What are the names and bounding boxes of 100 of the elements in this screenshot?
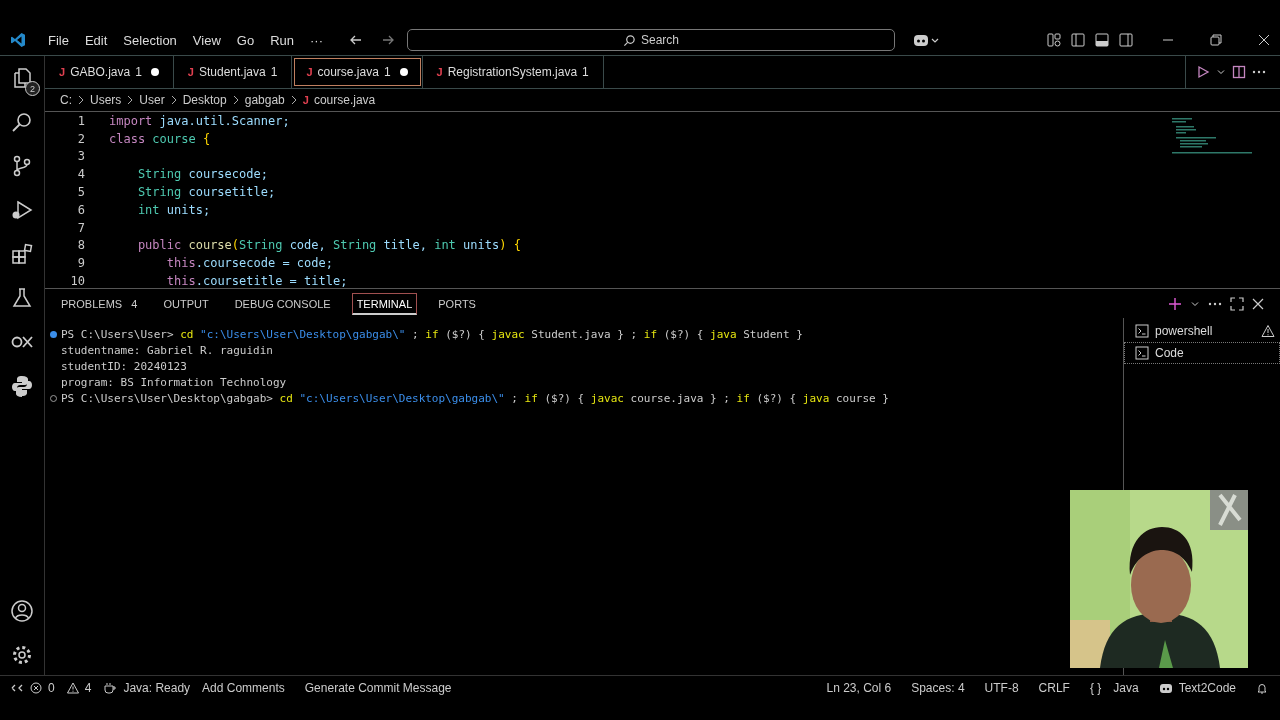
code-line: import java.util.Scanner; bbox=[109, 113, 290, 128]
chevron-icon bbox=[231, 95, 240, 105]
run-debug-icon[interactable] bbox=[10, 198, 34, 222]
settings-icon[interactable] bbox=[10, 643, 34, 667]
breadcrumb-item[interactable]: Users bbox=[90, 93, 122, 107]
python-icon[interactable] bbox=[10, 374, 34, 398]
layout-icon[interactable] bbox=[1046, 32, 1062, 48]
search-icon bbox=[623, 33, 636, 47]
menu-item[interactable]: Run bbox=[262, 32, 302, 48]
code-line: String coursecode; bbox=[136, 167, 268, 182]
terminal-line: PS C:\Users\User\Desktop\gabgab> cd "c:\Users\User\Desktop\gabgab\" ; if ($?) { javac course.java } ; if ($?) { java course } bbox=[61, 391, 889, 405]
breadcrumb-item[interactable]: C: bbox=[60, 93, 72, 107]
panel-tab[interactable]: PORTS bbox=[433, 292, 481, 315]
close-icon[interactable] bbox=[1252, 297, 1264, 310]
java-file-icon: J bbox=[302, 94, 309, 106]
status-item[interactable]: Ln 23, Col 6 bbox=[826, 681, 892, 695]
more-icon[interactable] bbox=[1208, 301, 1222, 306]
menu-item[interactable]: Edit bbox=[76, 32, 116, 48]
status-item[interactable]: Spaces: 4 bbox=[911, 681, 965, 695]
notification-badge: 2 bbox=[25, 81, 40, 96]
menu-item[interactable]: ··· bbox=[302, 32, 331, 48]
line-number: 6 bbox=[76, 202, 85, 217]
search-field[interactable]: Search bbox=[407, 29, 895, 51]
panel-tab[interactable]: TERMINAL bbox=[351, 292, 418, 315]
line-number: 2 bbox=[76, 131, 85, 146]
terminal-line: PS C:\Users\User> cd "c:\Users\User\Desktop\gabgab\" ; if ($?) { javac Student.java } ; if ($?) { java Student } bbox=[61, 327, 803, 341]
breadcrumb-item[interactable]: course.java bbox=[313, 93, 376, 107]
terminal-line: program: BS Information Technology bbox=[61, 375, 287, 389]
extensions-icon[interactable] bbox=[10, 242, 34, 266]
status-item[interactable]: 0 bbox=[48, 681, 55, 695]
chevron-icon bbox=[126, 95, 135, 105]
caret-icon[interactable] bbox=[1216, 67, 1226, 77]
split-editor-icon[interactable] bbox=[1232, 65, 1246, 79]
menu-item[interactable]: View bbox=[184, 32, 229, 48]
warning-icon bbox=[66, 682, 79, 694]
menu-item[interactable]: Go bbox=[228, 32, 263, 48]
terminal-list-item[interactable]: powershell bbox=[1124, 320, 1280, 342]
code-line: this.coursetitle = title; bbox=[165, 274, 348, 288]
status-item[interactable]: Java bbox=[1113, 681, 1139, 695]
line-number: 1 bbox=[76, 113, 85, 128]
forward-arrow-icon[interactable] bbox=[381, 33, 395, 47]
breadcrumb-item[interactable]: gabgab bbox=[244, 93, 285, 107]
code-line: this.coursecode = code; bbox=[165, 256, 333, 271]
coffee-cup-icon bbox=[103, 682, 118, 694]
new-terminal-icon[interactable] bbox=[1168, 296, 1182, 311]
back-arrow-icon[interactable] bbox=[349, 33, 363, 47]
chevron-icon bbox=[289, 95, 298, 105]
line-number: 3 bbox=[76, 149, 85, 164]
restore-icon[interactable] bbox=[1210, 34, 1222, 46]
command-status-icon[interactable] bbox=[50, 330, 57, 338]
terminal-line: studentID: 20240123 bbox=[61, 359, 187, 373]
flask-icon[interactable] bbox=[10, 286, 34, 310]
status-item[interactable]: Text2Code bbox=[1178, 681, 1236, 695]
chevron-icon bbox=[77, 95, 85, 105]
terminal-line: studentname: Gabriel R. raguidin bbox=[61, 343, 273, 357]
editor-tab[interactable]: J GABO.java 1 bbox=[45, 56, 174, 88]
line-number: 7 bbox=[76, 220, 85, 235]
panel-tab[interactable]: DEBUG CONSOLE bbox=[229, 292, 336, 315]
panel-tab[interactable]: PROBLEMS 4 bbox=[56, 292, 143, 315]
bell-icon[interactable] bbox=[1256, 682, 1268, 694]
code-line: public course(String code, String title, int units) { bbox=[136, 238, 521, 253]
error-icon bbox=[30, 682, 42, 694]
status-item[interactable]: 4 bbox=[84, 681, 92, 695]
code-line: int units; bbox=[136, 202, 211, 217]
vscode-logo-icon bbox=[10, 32, 26, 48]
status-item[interactable]: UTF-8 bbox=[984, 681, 1019, 695]
code-line: class course { bbox=[109, 131, 211, 146]
chevron-icon bbox=[169, 95, 178, 105]
secondary-sidebar-icon[interactable] bbox=[1118, 32, 1134, 48]
editor-tab[interactable]: J RegistrationSystem.java 1 bbox=[422, 56, 604, 88]
breadcrumb-item[interactable]: Desktop bbox=[182, 93, 227, 107]
line-number: 9 bbox=[76, 256, 85, 271]
maximize-icon[interactable] bbox=[1230, 296, 1244, 311]
close-icon[interactable] bbox=[1258, 34, 1270, 46]
status-item[interactable]: CRLF bbox=[1038, 681, 1070, 695]
run-icon[interactable] bbox=[1196, 65, 1210, 79]
status-item[interactable]: Java: Ready bbox=[123, 681, 191, 695]
account-icon[interactable] bbox=[10, 599, 34, 623]
code-line: String coursetitle; bbox=[136, 185, 276, 200]
menu-item[interactable]: Selection bbox=[115, 32, 185, 48]
search-icon[interactable] bbox=[10, 110, 34, 134]
editor-tab[interactable]: J Student.java 1 bbox=[173, 56, 293, 88]
line-number: 5 bbox=[76, 185, 85, 200]
line-number: 4 bbox=[76, 167, 85, 182]
editor-tab[interactable]: J course.java 1 bbox=[292, 56, 423, 88]
terminal-list-item[interactable]: Code bbox=[1124, 342, 1280, 364]
breadcrumb-item[interactable]: User bbox=[139, 93, 165, 107]
more-icon[interactable] bbox=[1252, 70, 1266, 74]
line-number: 10 bbox=[69, 274, 85, 288]
copilot-icon[interactable] bbox=[913, 32, 939, 48]
sidebar-toggle-icon[interactable] bbox=[1070, 32, 1086, 48]
menu-item[interactable]: File bbox=[40, 32, 77, 48]
status-item[interactable]: Generate Commit Message bbox=[304, 681, 452, 695]
terminal-icon bbox=[1135, 324, 1149, 338]
terminal-icon bbox=[1135, 346, 1149, 360]
panel-toggle-icon[interactable] bbox=[1094, 32, 1110, 48]
braces-icon: { } bbox=[1089, 681, 1102, 695]
panel-tab[interactable]: OUTPUT bbox=[158, 292, 214, 315]
status-item[interactable]: Add Comments bbox=[202, 681, 285, 695]
line-number: 8 bbox=[76, 238, 85, 253]
